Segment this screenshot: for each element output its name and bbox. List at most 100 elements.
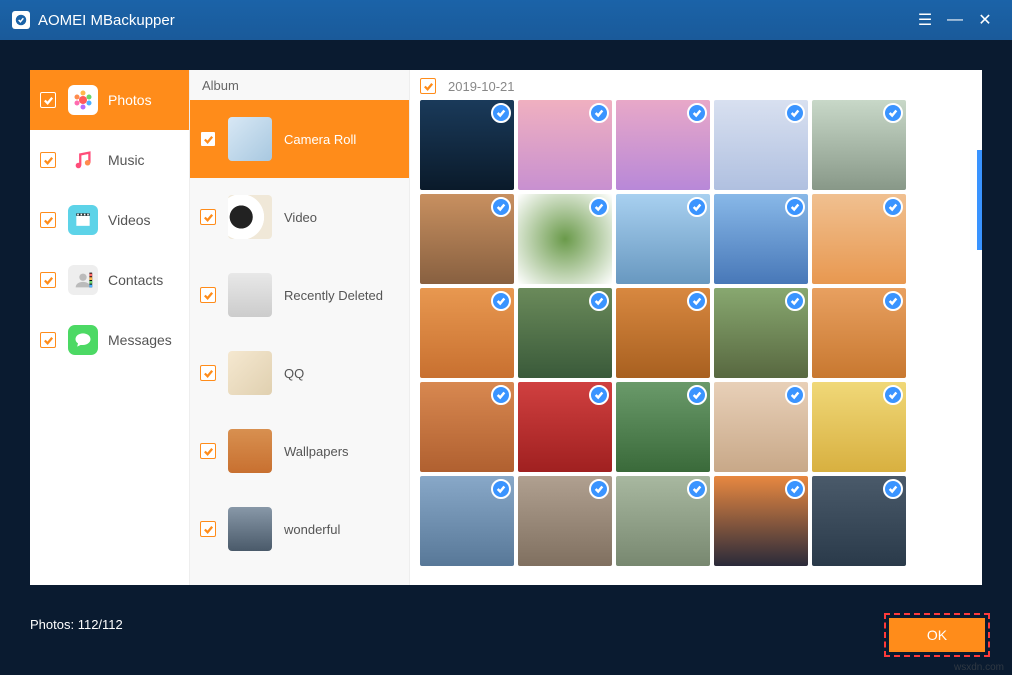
selected-check-icon (785, 197, 805, 217)
date-checkbox[interactable] (420, 78, 436, 94)
sidebar-label: Messages (108, 332, 172, 348)
ok-button[interactable]: OK (889, 618, 985, 652)
checkbox-icon[interactable] (40, 152, 56, 168)
photo-thumbnail[interactable] (518, 288, 612, 378)
selected-check-icon (589, 385, 609, 405)
photo-grid-pane: 2019-10-21 (410, 70, 982, 585)
selected-check-icon (687, 291, 707, 311)
main-panel: Photos Music Videos Contacts Messages Album … (30, 70, 982, 585)
photo-thumbnail[interactable] (714, 100, 808, 190)
checkbox-icon[interactable] (40, 272, 56, 288)
selected-check-icon (687, 385, 707, 405)
photo-thumbnail[interactable] (616, 288, 710, 378)
selected-check-icon (589, 291, 609, 311)
photo-thumbnail[interactable] (812, 476, 906, 566)
photo-thumbnail[interactable] (518, 194, 612, 284)
photo-thumbnail[interactable] (714, 382, 808, 472)
selected-check-icon (491, 103, 511, 123)
selected-check-icon (687, 103, 707, 123)
selected-check-icon (589, 197, 609, 217)
checkbox-icon[interactable] (200, 287, 216, 303)
photo-thumbnail[interactable] (420, 382, 514, 472)
minimize-icon[interactable]: — (940, 5, 970, 35)
sidebar-item-messages[interactable]: Messages (30, 310, 189, 370)
photo-thumbnail[interactable] (714, 194, 808, 284)
selected-check-icon (785, 385, 805, 405)
selected-check-icon (491, 197, 511, 217)
photo-thumbnail[interactable] (616, 194, 710, 284)
photo-thumbnail[interactable] (714, 288, 808, 378)
album-label: Wallpapers (284, 444, 349, 459)
scrollbar-thumb[interactable] (977, 150, 982, 250)
selected-check-icon (687, 197, 707, 217)
selected-check-icon (589, 103, 609, 123)
album-item[interactable]: QQ (190, 334, 409, 412)
photo-thumbnail[interactable] (518, 100, 612, 190)
sidebar-label: Music (108, 152, 145, 168)
sidebar-label: Photos (108, 92, 152, 108)
sidebar-item-contacts[interactable]: Contacts (30, 250, 189, 310)
watermark: wsxdn.com (954, 662, 1004, 673)
checkbox-icon[interactable] (200, 131, 216, 147)
album-item[interactable]: Wallpapers (190, 412, 409, 490)
ok-highlight: OK (884, 613, 990, 657)
status-text: Photos: 112/112 (30, 617, 123, 632)
close-icon[interactable]: ✕ (970, 5, 1000, 35)
sidebar-item-videos[interactable]: Videos (30, 190, 189, 250)
photo-thumbnail[interactable] (518, 382, 612, 472)
album-label: Recently Deleted (284, 288, 383, 303)
app-logo-icon (12, 11, 30, 29)
selected-check-icon (785, 103, 805, 123)
selected-check-icon (883, 385, 903, 405)
album-item[interactable]: Video (190, 178, 409, 256)
photo-thumbnail[interactable] (420, 476, 514, 566)
photo-thumbnail[interactable] (812, 100, 906, 190)
photo-thumbnail[interactable] (420, 100, 514, 190)
selected-check-icon (491, 385, 511, 405)
album-header: Album (190, 70, 409, 100)
sidebar-item-photos[interactable]: Photos (30, 70, 189, 130)
photo-thumbnail[interactable] (812, 194, 906, 284)
photo-thumbnail[interactable] (714, 476, 808, 566)
photo-grid (420, 100, 972, 566)
checkbox-icon[interactable] (40, 212, 56, 228)
sidebar-label: Videos (108, 212, 151, 228)
sidebar-item-music[interactable]: Music (30, 130, 189, 190)
checkbox-icon[interactable] (200, 521, 216, 537)
photo-thumbnail[interactable] (812, 288, 906, 378)
album-item[interactable]: Camera Roll (190, 100, 409, 178)
selected-check-icon (785, 479, 805, 499)
selected-check-icon (491, 291, 511, 311)
album-label: QQ (284, 366, 304, 381)
photo-thumbnail[interactable] (518, 476, 612, 566)
checkbox-icon[interactable] (200, 209, 216, 225)
album-label: Video (284, 210, 317, 225)
album-item[interactable]: wonderful (190, 490, 409, 568)
selected-check-icon (883, 197, 903, 217)
checkbox-icon[interactable] (40, 332, 56, 348)
photo-thumbnail[interactable] (616, 476, 710, 566)
photo-thumbnail[interactable] (616, 100, 710, 190)
checkbox-icon[interactable] (200, 365, 216, 381)
selected-check-icon (883, 479, 903, 499)
date-checkbox-row[interactable]: 2019-10-21 (420, 78, 972, 94)
selected-check-icon (687, 479, 707, 499)
album-column: Album Camera Roll Video Recently Deleted QQ… (189, 70, 410, 585)
photo-thumbnail[interactable] (812, 382, 906, 472)
photo-thumbnail[interactable] (420, 288, 514, 378)
title-bar: AOMEI MBackupper ☰ — ✕ (0, 0, 1012, 40)
selected-check-icon (589, 479, 609, 499)
photo-thumbnail[interactable] (616, 382, 710, 472)
list-view-icon[interactable]: ☰ (910, 5, 940, 35)
selected-check-icon (785, 291, 805, 311)
checkbox-icon[interactable] (40, 92, 56, 108)
album-label: wonderful (284, 522, 340, 537)
album-item[interactable]: Recently Deleted (190, 256, 409, 334)
photo-thumbnail[interactable] (420, 194, 514, 284)
app-title: AOMEI MBackupper (38, 12, 175, 29)
date-label: 2019-10-21 (448, 79, 515, 94)
checkbox-icon[interactable] (200, 443, 216, 459)
album-label: Camera Roll (284, 132, 356, 147)
selected-check-icon (883, 291, 903, 311)
sidebar-label: Contacts (108, 272, 163, 288)
